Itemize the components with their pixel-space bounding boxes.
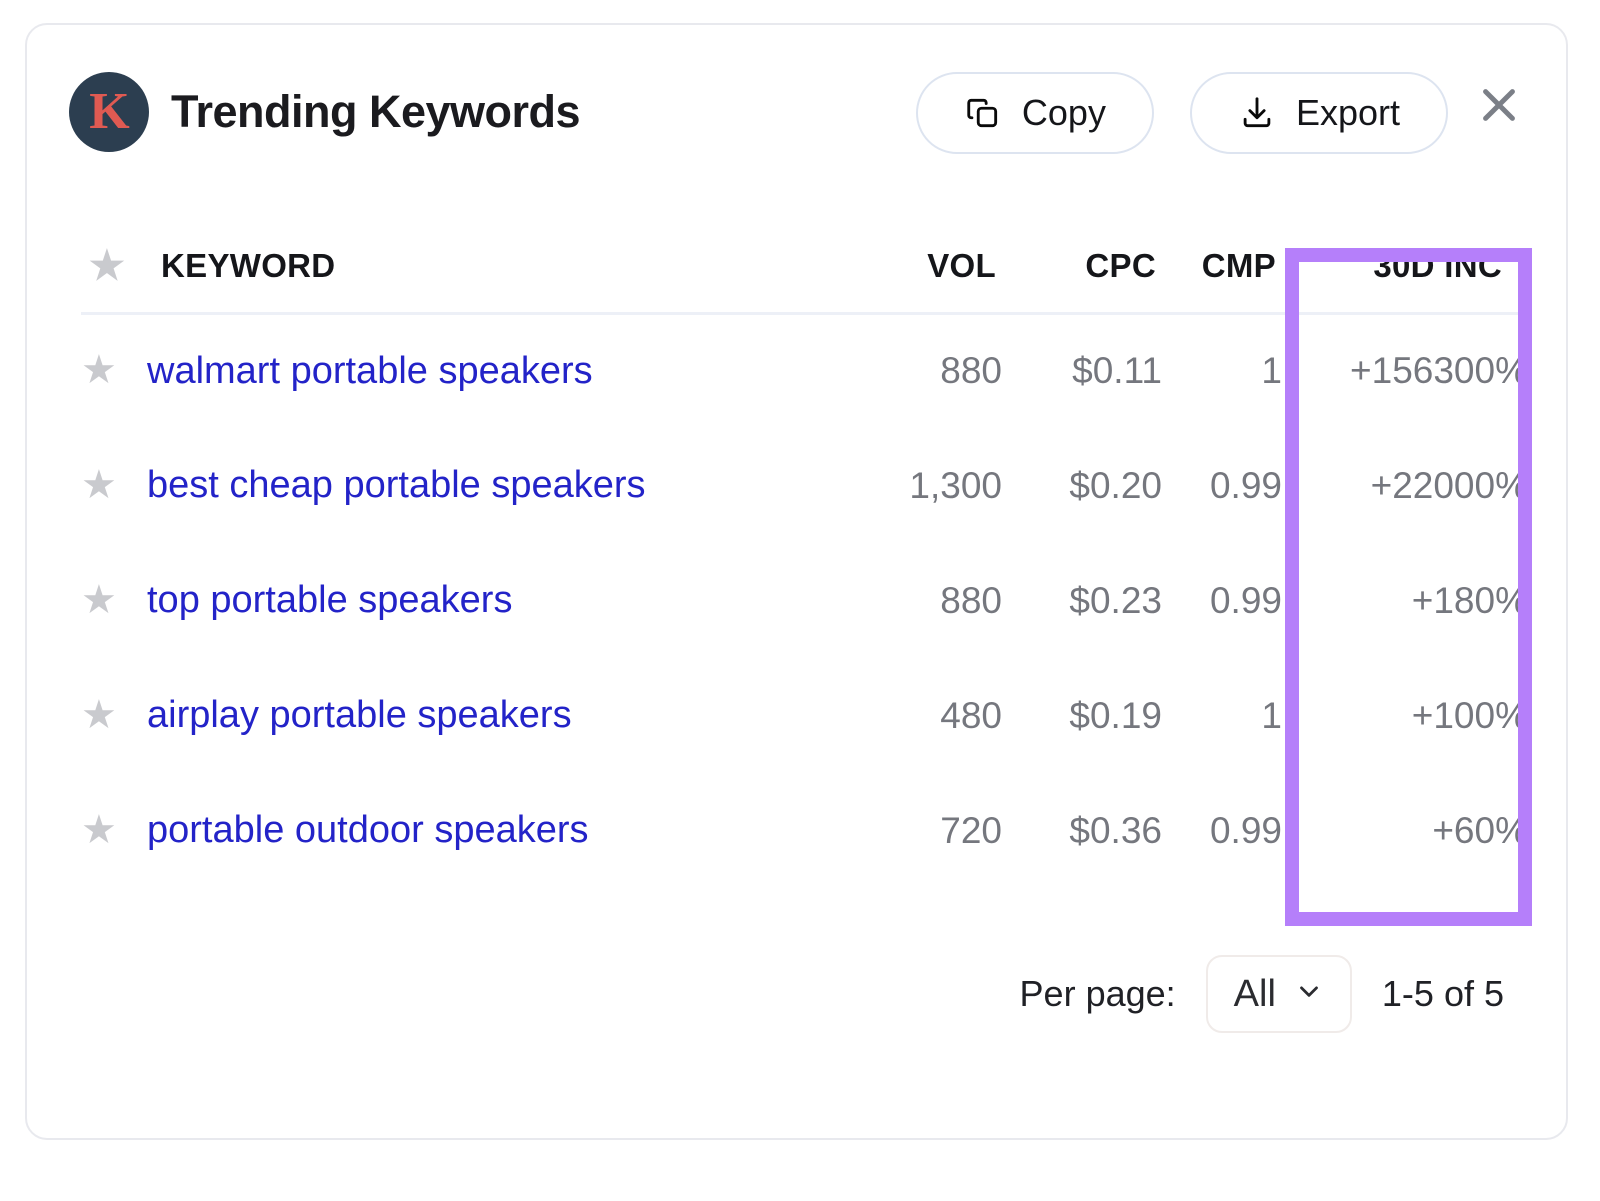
- vol-value: 880: [940, 350, 1002, 392]
- download-icon: [1238, 94, 1276, 132]
- pagination-range: 1-5 of 5: [1381, 973, 1504, 1014]
- favorite-toggle[interactable]: ★: [81, 313, 147, 428]
- column-header-favorite[interactable]: ★: [81, 221, 147, 315]
- keyword-text: top portable speakers: [147, 579, 513, 621]
- table-body: ★ walmart portable speakers 880 $0.11 1 …: [81, 313, 1528, 888]
- export-button[interactable]: Export: [1189, 72, 1448, 154]
- close-icon: [1476, 82, 1522, 133]
- inc-value: +22000%: [1370, 464, 1528, 506]
- keyword-text: portable outdoor speakers: [147, 809, 589, 851]
- app-logo-icon: K: [69, 72, 149, 152]
- copy-button-label: Copy: [1021, 92, 1106, 133]
- cpc-value: $0.20: [1069, 464, 1162, 506]
- favorite-toggle[interactable]: ★: [81, 773, 147, 888]
- panel-header: K Trending Keywords Copy Export: [27, 25, 1566, 185]
- cpc-value: $0.19: [1069, 694, 1162, 736]
- cmp-value: 0.99: [1209, 464, 1282, 506]
- copy-button[interactable]: Copy: [915, 72, 1154, 154]
- inc-value: +156300%: [1350, 350, 1528, 392]
- table-header: ★ KEYWORD VOL CPC CMP 30D INC: [81, 221, 1528, 315]
- keyword-link[interactable]: top portable speakers: [147, 543, 852, 658]
- keywords-table-wrapper: ★ KEYWORD VOL CPC CMP 30D INC ★ walmart …: [81, 221, 1528, 888]
- brand-area: K Trending Keywords: [69, 72, 581, 152]
- export-button-label: Export: [1295, 92, 1400, 133]
- per-page-value: All: [1233, 972, 1276, 1015]
- inc-value: +100%: [1411, 694, 1528, 736]
- cmp-value: 0.99: [1209, 809, 1282, 851]
- per-page-label: Per page:: [1019, 973, 1176, 1014]
- keyword-link[interactable]: airplay portable speakers: [147, 658, 852, 773]
- cmp-value: 0.99: [1209, 579, 1282, 621]
- favorite-toggle[interactable]: ★: [81, 428, 147, 543]
- cmp-value: 1: [1261, 350, 1282, 392]
- column-header-cpc[interactable]: CPC: [1002, 221, 1162, 315]
- column-header-keyword[interactable]: KEYWORD: [147, 221, 852, 315]
- keyword-text: walmart portable speakers: [147, 349, 593, 392]
- table-row[interactable]: ★ top portable speakers 880 $0.23 0.99 +…: [81, 543, 1528, 658]
- inc-value: +60%: [1432, 809, 1528, 851]
- vol-value: 720: [940, 809, 1002, 851]
- trending-keywords-panel: K Trending Keywords Copy Export ★ KEYWOR…: [25, 23, 1568, 1140]
- star-icon: ★: [89, 243, 126, 288]
- star-icon: ★: [81, 462, 117, 507]
- page-title: Trending Keywords: [171, 86, 581, 137]
- cmp-value: 1: [1261, 694, 1282, 736]
- column-header-cmp[interactable]: CMP: [1162, 221, 1282, 315]
- close-button[interactable]: [1472, 80, 1526, 134]
- logo-letter: K: [89, 83, 129, 140]
- star-icon: ★: [81, 807, 117, 852]
- table-row[interactable]: ★ airplay portable speakers 480 $0.19 1 …: [81, 658, 1528, 773]
- favorite-toggle[interactable]: ★: [81, 658, 147, 773]
- per-page-select[interactable]: All: [1205, 955, 1352, 1033]
- table-row[interactable]: ★ best cheap portable speakers 1,300 $0.…: [81, 428, 1528, 543]
- header-actions: Copy Export: [915, 72, 1448, 154]
- keyword-text: airplay portable speakers: [147, 694, 572, 736]
- vol-value: 1,300: [909, 464, 1002, 506]
- vol-value: 480: [940, 694, 1002, 736]
- chevron-down-icon: [1294, 973, 1324, 1016]
- column-header-vol[interactable]: VOL: [852, 221, 1002, 315]
- star-icon: ★: [81, 692, 117, 737]
- table-header-row: ★ KEYWORD VOL CPC CMP 30D INC: [81, 221, 1528, 315]
- keywords-table: ★ KEYWORD VOL CPC CMP 30D INC ★ walmart …: [81, 221, 1528, 888]
- star-icon: ★: [81, 577, 117, 622]
- star-icon: ★: [81, 348, 117, 393]
- vol-value: 880: [940, 579, 1002, 621]
- favorite-toggle[interactable]: ★: [81, 543, 147, 658]
- table-row[interactable]: ★ walmart portable speakers 880 $0.11 1 …: [81, 313, 1528, 428]
- cpc-value: $0.36: [1069, 809, 1162, 851]
- copy-icon: [964, 94, 1002, 132]
- keyword-link[interactable]: portable outdoor speakers: [147, 773, 852, 888]
- pagination-bar: Per page: All 1-5 of 5: [1020, 955, 1504, 1033]
- column-header-30d-inc[interactable]: 30D INC: [1282, 221, 1528, 315]
- keyword-text: best cheap portable speakers: [147, 464, 646, 506]
- inc-value: +180%: [1411, 579, 1528, 621]
- keyword-link[interactable]: walmart portable speakers: [147, 313, 852, 428]
- cpc-value: $0.23: [1069, 579, 1162, 621]
- keyword-link[interactable]: best cheap portable speakers: [147, 428, 852, 543]
- table-row[interactable]: ★ portable outdoor speakers 720 $0.36 0.…: [81, 773, 1528, 888]
- cpc-value: $0.11: [1072, 350, 1162, 392]
